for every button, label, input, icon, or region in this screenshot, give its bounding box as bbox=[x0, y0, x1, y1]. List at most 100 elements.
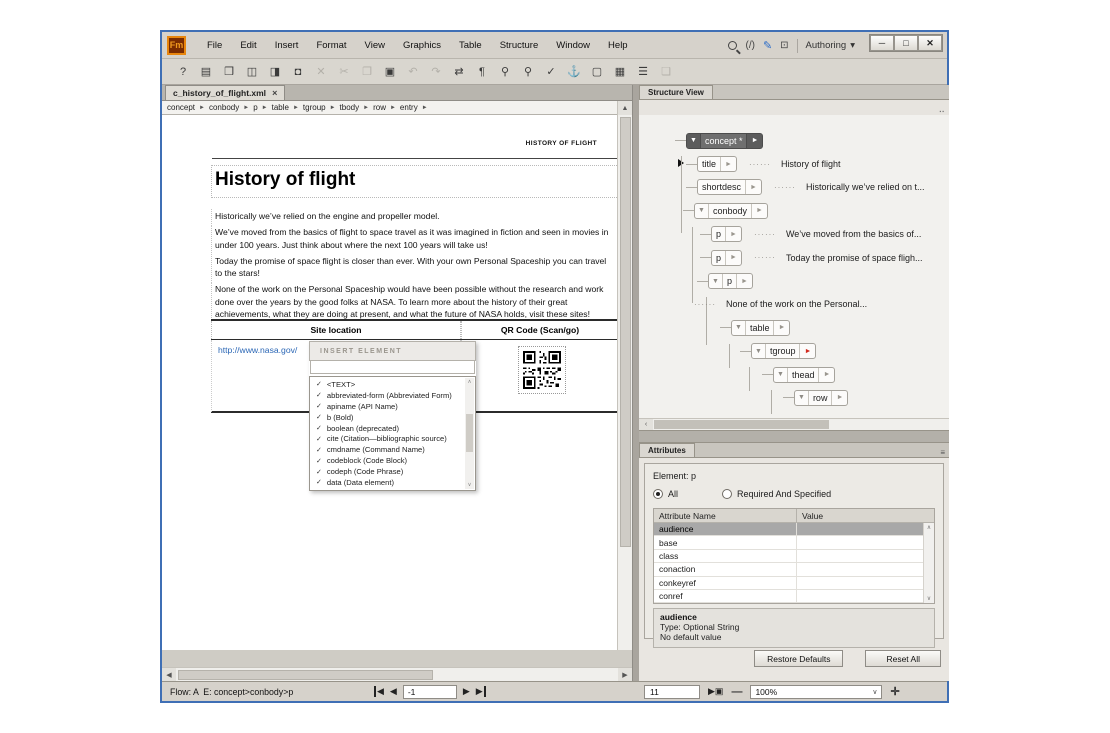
search-icon[interactable] bbox=[728, 41, 737, 50]
repeat-icon[interactable]: ⇄ bbox=[448, 62, 470, 82]
attribute-row[interactable]: conref bbox=[654, 590, 934, 603]
screen-icon[interactable]: ▢ bbox=[586, 62, 608, 82]
attribute-value-cell[interactable] bbox=[797, 563, 934, 575]
menu-item[interactable]: Help bbox=[599, 36, 637, 55]
menu-item[interactable]: Graphics bbox=[394, 36, 450, 55]
delete-icon[interactable]: ✕ bbox=[310, 62, 332, 82]
last-page-button[interactable]: ▶ bbox=[476, 686, 486, 697]
document-canvas[interactable]: History of flight History of flight Hist… bbox=[162, 115, 617, 650]
paste-icon[interactable]: ▣ bbox=[379, 62, 401, 82]
scrollbar-thumb[interactable] bbox=[654, 420, 829, 429]
popup-scrollbar[interactable]: ∧ ∨ bbox=[465, 378, 474, 489]
table-header-cell[interactable]: Site location bbox=[211, 321, 461, 339]
insert-element-option[interactable]: apiname (API Name) bbox=[310, 401, 465, 412]
structure-node-row[interactable]: ▼row► bbox=[783, 386, 949, 409]
scrollbar-thumb[interactable] bbox=[178, 670, 433, 680]
document-horizontal-scrollbar[interactable]: ◀ ▶ bbox=[162, 667, 632, 681]
expand-arrow-icon[interactable]: ► bbox=[720, 157, 736, 171]
insert-element-option[interactable]: data (Data element) bbox=[310, 477, 465, 488]
collapse-icon[interactable]: ▼ bbox=[687, 134, 701, 148]
menu-item[interactable]: Structure bbox=[491, 36, 548, 55]
structure-node-concept[interactable]: ▼concept *► bbox=[675, 129, 949, 152]
publish-icon[interactable]: ❏ bbox=[655, 62, 677, 82]
collapse-icon[interactable]: ▼ bbox=[695, 204, 709, 218]
breadcrumb-item[interactable]: conbody bbox=[209, 103, 239, 112]
nasa-link[interactable]: http://www.nasa.gov/ bbox=[218, 345, 297, 355]
attribute-value-cell[interactable] bbox=[797, 536, 934, 548]
paragraph[interactable]: None of the work on the Personal Spacesh… bbox=[211, 282, 617, 322]
insert-element-option[interactable]: boolean (deprecated) bbox=[310, 423, 465, 434]
scroll-down-icon[interactable]: ∨ bbox=[467, 482, 471, 488]
scroll-up-icon[interactable]: ∧ bbox=[467, 379, 471, 385]
pen-icon[interactable]: ✎ bbox=[763, 39, 772, 52]
pane-splitter[interactable] bbox=[632, 85, 639, 681]
menu-item[interactable]: View bbox=[356, 36, 394, 55]
attribute-value-cell[interactable] bbox=[797, 590, 934, 602]
authoring-mode-dropdown[interactable]: Authoring ▾ bbox=[806, 40, 859, 51]
scroll-down-icon[interactable]: ∨ bbox=[927, 595, 931, 602]
next-page-button[interactable]: ▶ bbox=[463, 686, 470, 697]
scrollbar-thumb[interactable] bbox=[620, 117, 631, 547]
cut-icon[interactable]: ✂ bbox=[333, 62, 355, 82]
menu-item[interactable]: Window bbox=[547, 36, 599, 55]
attribute-row[interactable]: audience bbox=[654, 523, 934, 536]
menu-item[interactable]: Edit bbox=[231, 36, 265, 55]
scroll-up-icon[interactable]: ∧ bbox=[927, 524, 931, 531]
anchor-icon[interactable]: ⚓ bbox=[563, 62, 585, 82]
insert-element-option[interactable]: codeblock (Code Block) bbox=[310, 455, 465, 466]
insert-element-option[interactable]: abbreviated-form (Abbreviated Form) bbox=[310, 390, 465, 401]
attributes-scrollbar[interactable]: ∧ ∨ bbox=[923, 523, 934, 603]
paragraph[interactable]: We’ve moved from the basics of flight to… bbox=[211, 225, 617, 253]
column-header[interactable]: Attribute Name bbox=[654, 509, 797, 522]
breadcrumb-item[interactable]: concept bbox=[167, 103, 195, 112]
breadcrumb-item[interactable]: tbody bbox=[340, 103, 360, 112]
redo-icon[interactable]: ↷ bbox=[425, 62, 447, 82]
previous-page-button[interactable]: ◀ bbox=[390, 686, 397, 697]
structure-node-thead[interactable]: ▼thead► bbox=[762, 363, 949, 386]
first-page-button[interactable]: ◀ bbox=[374, 686, 384, 697]
collapse-icon[interactable]: ▼ bbox=[795, 391, 809, 405]
structure-text-row[interactable]: ······None of the work on the Personal..… bbox=[682, 293, 949, 316]
document-vertical-scrollbar[interactable]: ▲ bbox=[617, 101, 632, 650]
breadcrumb-item[interactable]: row bbox=[373, 103, 386, 112]
attribute-row[interactable]: class bbox=[654, 550, 934, 563]
structure-node-title[interactable]: title►······History of flight bbox=[686, 152, 949, 175]
attribute-value-cell[interactable] bbox=[797, 523, 934, 535]
save-as-icon[interactable]: ◨ bbox=[264, 62, 286, 82]
scroll-left-icon[interactable]: ◀ bbox=[162, 668, 176, 681]
lock-icon[interactable]: ◘ bbox=[287, 62, 309, 82]
scrollbar-thumb[interactable] bbox=[466, 414, 473, 452]
framemaker-logo-icon[interactable]: Fm bbox=[167, 36, 186, 55]
attribute-row[interactable]: conkeyref bbox=[654, 577, 934, 590]
close-button[interactable]: ✕ bbox=[918, 35, 942, 51]
structure-node-p[interactable]: p►······We’ve moved from the basics of..… bbox=[700, 223, 949, 246]
radio-all[interactable]: All bbox=[653, 489, 678, 499]
expand-arrow-icon[interactable]: ► bbox=[725, 251, 741, 265]
expand-arrow-icon[interactable]: ► bbox=[818, 368, 834, 382]
paragraph[interactable]: Today the promise of space flight is clo… bbox=[211, 254, 617, 282]
tab-attributes[interactable]: Attributes bbox=[639, 443, 695, 457]
marker-icon[interactable]: ▶▣ bbox=[708, 686, 723, 697]
structure-view-panel[interactable]: ▼concept *►title►······History of flight… bbox=[639, 115, 949, 418]
structure-node-conbody[interactable]: ▼conbody► bbox=[683, 199, 949, 222]
xml-view-icon[interactable]: (/) bbox=[745, 40, 754, 51]
save-icon[interactable]: ◫ bbox=[241, 62, 263, 82]
minimize-button[interactable]: ─ bbox=[870, 35, 894, 51]
collapse-icon[interactable]: ▼ bbox=[774, 368, 788, 382]
structure-node-p[interactable]: ▼p► bbox=[697, 269, 949, 292]
panel-menu-icon[interactable]: ≡ bbox=[940, 448, 945, 457]
page-number-input[interactable]: -1 bbox=[403, 685, 457, 699]
expand-arrow-icon[interactable]: ► bbox=[736, 274, 752, 288]
panel-splitter[interactable] bbox=[639, 430, 949, 443]
maximize-button[interactable]: □ bbox=[894, 35, 918, 51]
conditional-text-icon[interactable]: ☰ bbox=[632, 62, 654, 82]
zoom-level-dropdown[interactable]: 100% ∨ bbox=[750, 685, 882, 699]
structure-node-shortdesc[interactable]: shortdesc►······Historically we’ve relie… bbox=[686, 176, 949, 199]
attribute-value-cell[interactable] bbox=[797, 577, 934, 589]
radio-required-and-specified[interactable]: Required And Specified bbox=[722, 489, 831, 499]
tab-structure-view[interactable]: Structure View bbox=[639, 85, 713, 99]
scroll-right-icon[interactable]: ▶ bbox=[618, 668, 632, 681]
scroll-up-icon[interactable]: ▲ bbox=[618, 101, 632, 115]
collapse-icon[interactable]: ▼ bbox=[709, 274, 723, 288]
collapse-icon[interactable]: ▼ bbox=[732, 321, 746, 335]
